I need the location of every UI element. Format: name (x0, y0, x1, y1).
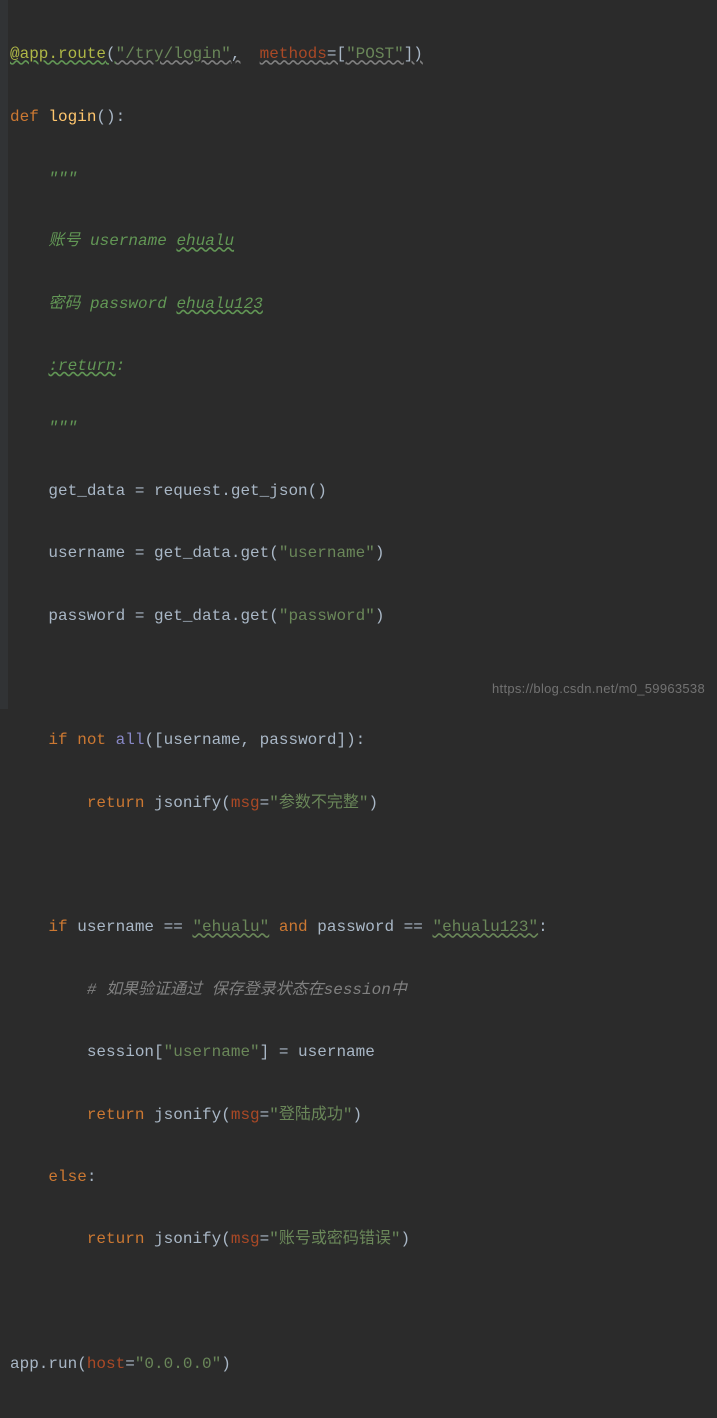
code-line: return jsonify(msg="参数不完整") (10, 788, 707, 819)
code-line: """ (10, 413, 707, 444)
code-line: return jsonify(msg="登陆成功") (10, 1100, 707, 1131)
code-line: def login(): (10, 102, 707, 133)
code-line: 密码 password ehualu123 (10, 289, 707, 320)
code-line: return jsonify(msg="账号或密码错误") (10, 1224, 707, 1255)
code-line: if username == "ehualu" and password == … (10, 912, 707, 943)
code-line (10, 1287, 707, 1318)
code-line: password = get_data.get("password") (10, 601, 707, 632)
code-line: get_data = request.get_json() (10, 476, 707, 507)
code-line: if not all([username, password]): (10, 725, 707, 756)
comment: # 如果验证通过 保存登录状态在session中 (87, 981, 407, 999)
code-line: username = get_data.get("username") (10, 538, 707, 569)
code-line: # 如果验证通过 保存登录状态在session中 (10, 975, 707, 1006)
code-line: app.run(host="0.0.0.0") (10, 1349, 707, 1380)
code-line: """ (10, 164, 707, 195)
code-line: session["username"] = username (10, 1037, 707, 1068)
func-name: login (48, 108, 96, 126)
decorator: @app.route (10, 45, 106, 63)
code-line: 账号 username ehualu (10, 226, 707, 257)
editor-gutter (0, 0, 8, 709)
code-editor[interactable]: @app.route("/try/login", methods=["POST"… (0, 0, 717, 1418)
watermark-text: https://blog.csdn.net/m0_59963538 (492, 676, 705, 701)
code-line (10, 850, 707, 881)
code-line: @app.route("/try/login", methods=["POST"… (10, 39, 707, 70)
code-line: :return: (10, 351, 707, 382)
code-line: else: (10, 1162, 707, 1193)
